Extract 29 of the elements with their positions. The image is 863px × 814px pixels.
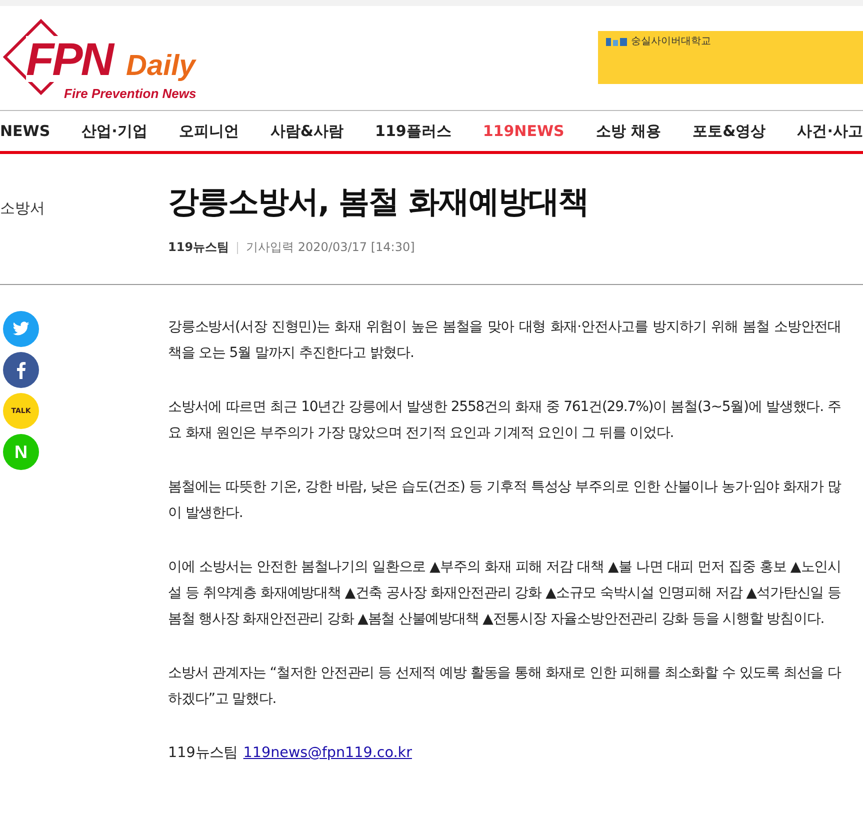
article-author: 119뉴스팀 [168, 239, 230, 256]
university-logo-icon [606, 37, 628, 47]
section-label[interactable]: 소방서 [0, 199, 45, 217]
nav-tab[interactable]: 산업·기업 [82, 122, 148, 140]
article-paragraph: 소방서 관계자는 “철저한 안전관리 등 선제적 예방 활동을 통해 화재로 인한 피해를 최소화할 수 있도록 최선을 다하겠다”고 말했다. [168, 664, 841, 709]
article-title: 강릉소방서, 봄철 화재예방대책 [168, 183, 588, 222]
article-paragraph: 이에 소방서는 안전한 봄철나기의 일환으로 ▲부주의 화재 피해 저감 대책 ▲불 나면 대피 먼저 집중 홍보 ▲노인시설 등 취약계층 화재예방대책 ▲건축 공사장 화재안전관리 강화 ▲소규모 숙박시설 인명피해 저감 ▲석가탄신일 등 봄철 행사장 화재안전관리 강화 ▲봄철 산불예방대책 ▲전통시장 자율소방안전관리 강화 등을 시행할 방침이다. [168, 558, 841, 629]
logo-tagline: Fire Prevention News [64, 87, 196, 100]
nav-tab[interactable]: 119플러스 [375, 122, 452, 140]
byline-name: 119뉴스팀 [168, 744, 238, 763]
article-paragraph: 강릉소방서(서장 진형민)는 화재 위험이 높은 봄철을 맞아 대형 화재·안전사고를 방지하기 위해 봄철 소방안전대책을 오는 5월 말까지 추진한다고 밝혔다. [168, 318, 841, 363]
facebook-icon [16, 361, 26, 379]
logo-text[interactable]: FPN [26, 36, 114, 82]
article-paragraph: 봄철에는 따뜻한 기온, 강한 바람, 낮은 습도(건조) 등 기후적 특성상 부주의로 인한 산불이나 농가·임야 화재가 많이 발생한다. [168, 478, 841, 523]
article-date: 기사입력 2020/03/17 [14:30] [246, 239, 415, 256]
ad-banner[interactable]: 숭실사이버대학교 [598, 31, 863, 84]
nav-tab[interactable]: 사건·사고 [797, 122, 863, 140]
bird-icon [12, 321, 30, 337]
twitter-share-button[interactable] [3, 311, 39, 347]
nav-tab[interactable]: NEWS [0, 122, 50, 140]
nav-tab[interactable]: 오피니언 [178, 122, 239, 140]
nav-tab[interactable]: 119NEWS [482, 122, 564, 140]
article-paragraph: 소방서에 따르면 최근 10년간 강릉에서 발생한 2558건의 화재 중 761건(29.7%)이 봄철(3~5월)에 발생했다. 주요 화재 원인은 부주의가 가장 많았으며 전기적 요인과 기계적 요인이 그 뒤를 이었다. [168, 398, 841, 443]
nav-tab[interactable]: 사람&사람 [270, 122, 344, 140]
facebook-share-button[interactable] [3, 352, 39, 388]
ad-text: 숭실사이버대학교 [631, 37, 711, 47]
email-link[interactable]: 119news@fpn119.co.kr [243, 740, 412, 766]
nav-tab[interactable]: 포토&영상 [692, 122, 766, 140]
nav-tab[interactable]: 소방 채용 [596, 122, 662, 140]
